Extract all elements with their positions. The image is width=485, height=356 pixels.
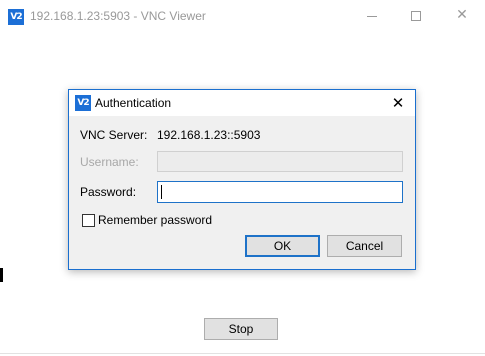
ok-button[interactable]: OK	[245, 235, 320, 257]
vnc-logo-icon: V2	[75, 95, 91, 111]
cancel-button[interactable]: Cancel	[327, 235, 402, 257]
username-field	[157, 151, 403, 172]
dialog-close-button[interactable]: ✕	[381, 90, 415, 116]
close-icon: ✕	[456, 7, 468, 23]
remember-password-checkbox[interactable]	[82, 214, 95, 227]
maximize-icon	[411, 11, 421, 21]
vnc-server-label: VNC Server:	[80, 128, 148, 142]
window-bottom-border	[0, 353, 485, 354]
vnc-logo-icon: V2	[8, 9, 24, 25]
username-label: Username:	[80, 155, 139, 169]
password-field[interactable]	[157, 181, 403, 203]
authentication-dialog: V2 Authentication ✕ VNC Server: 192.168.…	[68, 89, 416, 270]
text-caret	[161, 185, 162, 199]
vnc-server-value: 192.168.1.23::5903	[157, 128, 261, 142]
window-title: 192.168.1.23:5903 - VNC Viewer	[30, 9, 206, 23]
maximize-button[interactable]	[393, 0, 439, 32]
minimize-button[interactable]	[349, 0, 395, 32]
window-titlebar[interactable]: V2 192.168.1.23:5903 - VNC Viewer ✕	[0, 0, 485, 32]
window-close-button[interactable]: ✕	[439, 0, 485, 32]
minimize-icon	[367, 16, 377, 17]
remember-password-label[interactable]: Remember password	[98, 213, 212, 227]
window-edge-artifact	[0, 268, 3, 282]
dialog-title: Authentication	[95, 96, 172, 110]
dialog-titlebar[interactable]: V2 Authentication ✕	[69, 90, 415, 116]
password-label: Password:	[80, 185, 137, 199]
stop-button[interactable]: Stop	[204, 318, 278, 340]
